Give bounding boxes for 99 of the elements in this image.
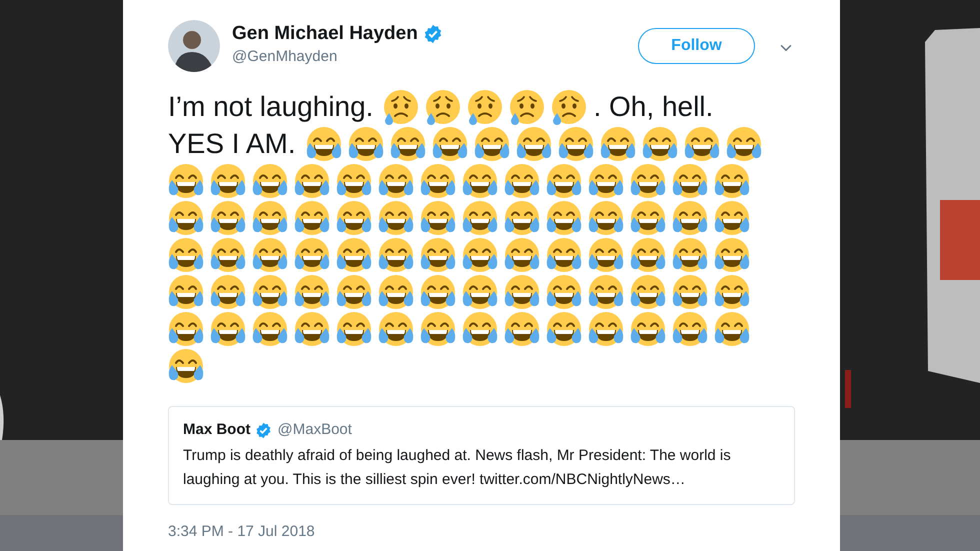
laughing-crying-emoji-icon bbox=[642, 126, 678, 162]
laughing-crying-emoji-icon bbox=[168, 200, 204, 236]
laughing-crying-emoji-icon bbox=[672, 236, 708, 272]
laughing-crying-emoji-icon bbox=[672, 200, 708, 236]
laughing-crying-emoji-icon bbox=[168, 274, 204, 310]
sad-face-emoji-icon bbox=[509, 88, 546, 124]
laughing-crying-emoji-icon bbox=[210, 310, 246, 346]
laughing-crying-emoji-icon bbox=[714, 274, 750, 310]
laughing-crying-emoji-icon bbox=[474, 126, 510, 162]
tweet-text: . Oh, hell. bbox=[593, 90, 714, 124]
laughing-crying-emoji-icon bbox=[672, 274, 708, 310]
laughing-crying-emoji-icon bbox=[432, 126, 468, 162]
laughing-crying-emoji-icon bbox=[210, 162, 246, 198]
laughing-crying-emoji-icon bbox=[294, 274, 330, 310]
sad-face-emoji-icon bbox=[467, 88, 504, 124]
laughing-crying-emoji-icon bbox=[588, 162, 624, 198]
laughing-crying-emoji-icon bbox=[462, 310, 498, 346]
laughing-crying-emoji-icon bbox=[588, 310, 624, 346]
laughing-crying-emoji-icon bbox=[294, 200, 330, 236]
laughing-crying-emoji-icon bbox=[294, 236, 330, 272]
laughing-crying-emoji-icon bbox=[726, 126, 762, 162]
laughing-crying-emoji-icon bbox=[462, 200, 498, 236]
quoted-author-handle: @MaxBoot bbox=[278, 420, 352, 440]
laughing-crying-emoji-icon bbox=[252, 310, 288, 346]
laughing-crying-emoji-icon bbox=[684, 126, 720, 162]
laughing-crying-emoji-icon bbox=[210, 274, 246, 310]
laughing-crying-emoji-icon bbox=[516, 126, 552, 162]
laughing-crying-emoji-icon bbox=[336, 236, 372, 272]
sad-face-emoji-icon bbox=[383, 88, 420, 124]
laughing-crying-emoji-icon bbox=[588, 236, 624, 272]
laughing-crying-emoji-icon bbox=[378, 310, 414, 346]
laughing-crying-emoji-icon bbox=[420, 274, 456, 310]
laughing-crying-emoji-icon bbox=[546, 310, 582, 346]
laughing-crying-emoji-icon bbox=[168, 348, 204, 384]
laughing-crying-emoji-icon bbox=[714, 200, 750, 236]
laughing-crying-emoji-icon bbox=[630, 162, 666, 198]
laughing-crying-emoji-icon bbox=[420, 310, 456, 346]
laughing-crying-emoji-icon bbox=[630, 236, 666, 272]
laughing-crying-emoji-icon bbox=[294, 310, 330, 346]
author-name[interactable]: Gen Michael Hayden bbox=[232, 21, 418, 47]
laughing-crying-emoji-icon bbox=[672, 310, 708, 346]
laughing-crying-emoji-icon bbox=[558, 126, 594, 162]
laughing-crying-emoji-icon bbox=[294, 162, 330, 198]
laughing-crying-emoji-icon bbox=[168, 310, 204, 346]
quoted-author-name: Max Boot bbox=[183, 420, 250, 440]
laughing-crying-emoji-icon bbox=[504, 162, 540, 198]
sad-face-emoji-icon bbox=[425, 88, 462, 124]
laughing-crying-emoji-icon bbox=[252, 274, 288, 310]
laughing-crying-emoji-icon bbox=[672, 162, 708, 198]
laughing-crying-emoji-icon bbox=[420, 236, 456, 272]
laughing-crying-emoji-icon bbox=[378, 162, 414, 198]
laughing-crying-emoji-icon bbox=[210, 236, 246, 272]
laughing-crying-emoji-icon bbox=[714, 162, 750, 198]
laughing-crying-emoji-icon bbox=[462, 236, 498, 272]
laughing-crying-emoji-icon bbox=[390, 126, 426, 162]
laughing-crying-emoji-icon bbox=[504, 236, 540, 272]
tweet-text: YES I AM. bbox=[168, 127, 296, 161]
laughing-crying-emoji-icon bbox=[546, 200, 582, 236]
laughing-crying-emoji-icon bbox=[630, 274, 666, 310]
laughing-crying-emoji-icon bbox=[600, 126, 636, 162]
quoted-tweet-text: Trump is deathly afraid of being laughed at. News flash, Mr President: The world is laughing at you. This is the silliest spin ever! twitter.com/NBCNightlyNews… bbox=[183, 446, 732, 490]
laughing-crying-emoji-icon bbox=[252, 200, 288, 236]
tweet-text: I’m not laughing. bbox=[168, 90, 374, 124]
laughing-crying-emoji-icon bbox=[546, 274, 582, 310]
quoted-tweet-card[interactable]: Max Boot @MaxBoot Trump is deathly afraid of being laughed at. News flash, Mr President: The world is laughing at you. This is the silliest spin ever! twitter.com/NBCNightlyNews… bbox=[168, 406, 795, 505]
laughing-crying-emoji-icon bbox=[378, 200, 414, 236]
laughing-crying-emoji-icon bbox=[504, 274, 540, 310]
laughing-crying-emoji-icon bbox=[336, 274, 372, 310]
laughing-crying-emoji-icon bbox=[378, 274, 414, 310]
laughing-crying-emoji-icon bbox=[546, 236, 582, 272]
laughing-crying-emoji-icon bbox=[588, 274, 624, 310]
laughing-crying-emoji-icon bbox=[714, 310, 750, 346]
laughing-crying-emoji-icon bbox=[336, 162, 372, 198]
laughing-crying-emoji-icon bbox=[588, 200, 624, 236]
laughing-crying-emoji-icon bbox=[336, 200, 372, 236]
laughing-crying-emoji-icon bbox=[378, 236, 414, 272]
laughing-crying-emoji-icon bbox=[168, 162, 204, 198]
follow-button[interactable]: Follow bbox=[638, 28, 755, 64]
laughing-crying-emoji-icon bbox=[306, 126, 342, 162]
laughing-crying-emoji-icon bbox=[420, 162, 456, 198]
laughing-crying-emoji-icon bbox=[630, 310, 666, 346]
laughing-crying-emoji-icon bbox=[420, 200, 456, 236]
laughing-crying-emoji-icon bbox=[348, 126, 384, 162]
laughing-crying-emoji-icon bbox=[336, 310, 372, 346]
laughing-crying-emoji-icon bbox=[210, 200, 246, 236]
laughing-crying-emoji-icon bbox=[504, 310, 540, 346]
laughing-crying-emoji-icon bbox=[462, 162, 498, 198]
author-handle[interactable]: @GenMhayden bbox=[232, 47, 443, 67]
sad-face-emoji-icon bbox=[551, 88, 588, 124]
laughing-crying-emoji-icon bbox=[252, 236, 288, 272]
tweet-timestamp[interactable]: 3:34 PM - 17 Jul 2018 bbox=[168, 521, 315, 544]
laughing-crying-emoji-icon bbox=[714, 236, 750, 272]
laughing-crying-emoji-icon bbox=[546, 162, 582, 198]
laughing-crying-emoji-icon bbox=[630, 200, 666, 236]
laughing-crying-emoji-icon bbox=[504, 200, 540, 236]
laughing-crying-emoji-icon bbox=[252, 162, 288, 198]
laughing-crying-emoji-icon bbox=[462, 274, 498, 310]
avatar-icon bbox=[168, 20, 220, 72]
laughing-crying-emoji-icon bbox=[168, 236, 204, 272]
